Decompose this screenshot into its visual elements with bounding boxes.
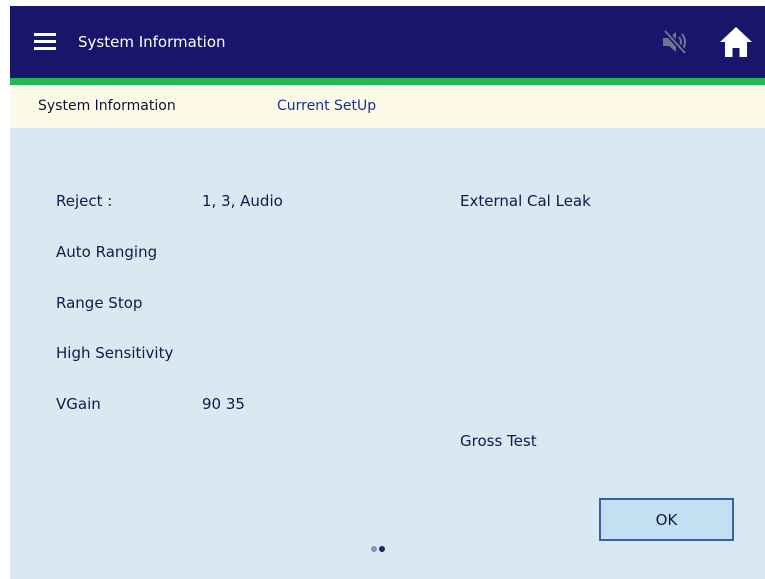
title-bar-accent-line xyxy=(10,78,765,85)
page-indicator xyxy=(371,545,391,553)
hamburger-menu-icon[interactable] xyxy=(34,33,56,51)
home-icon[interactable] xyxy=(719,26,753,58)
page-dot-2-active[interactable] xyxy=(379,546,385,552)
vgain-value: 90 35 xyxy=(202,395,245,413)
high-sensitivity-label: High Sensitivity xyxy=(56,344,174,362)
gross-test-label: Gross Test xyxy=(460,432,537,450)
window-title: System Information xyxy=(78,33,226,51)
reject-label: Reject : xyxy=(56,192,113,210)
page-dot-1[interactable] xyxy=(371,546,377,552)
vgain-label: VGain xyxy=(56,395,101,413)
tab-current-setup[interactable]: Current SetUp xyxy=(277,97,376,115)
speaker-muted-icon[interactable] xyxy=(660,28,690,56)
ok-button[interactable]: OK xyxy=(599,498,734,541)
range-stop-label: Range Stop xyxy=(56,294,143,312)
tab-bar: System Information Current SetUp xyxy=(10,85,765,128)
external-cal-leak-label: External Cal Leak xyxy=(460,192,591,210)
app-screen: System Information System Information Cu… xyxy=(10,6,765,579)
tab-system-information[interactable]: System Information xyxy=(38,97,176,115)
title-bar: System Information xyxy=(10,6,765,78)
reject-value: 1, 3, Audio xyxy=(202,192,283,210)
auto-ranging-label: Auto Ranging xyxy=(56,243,158,261)
